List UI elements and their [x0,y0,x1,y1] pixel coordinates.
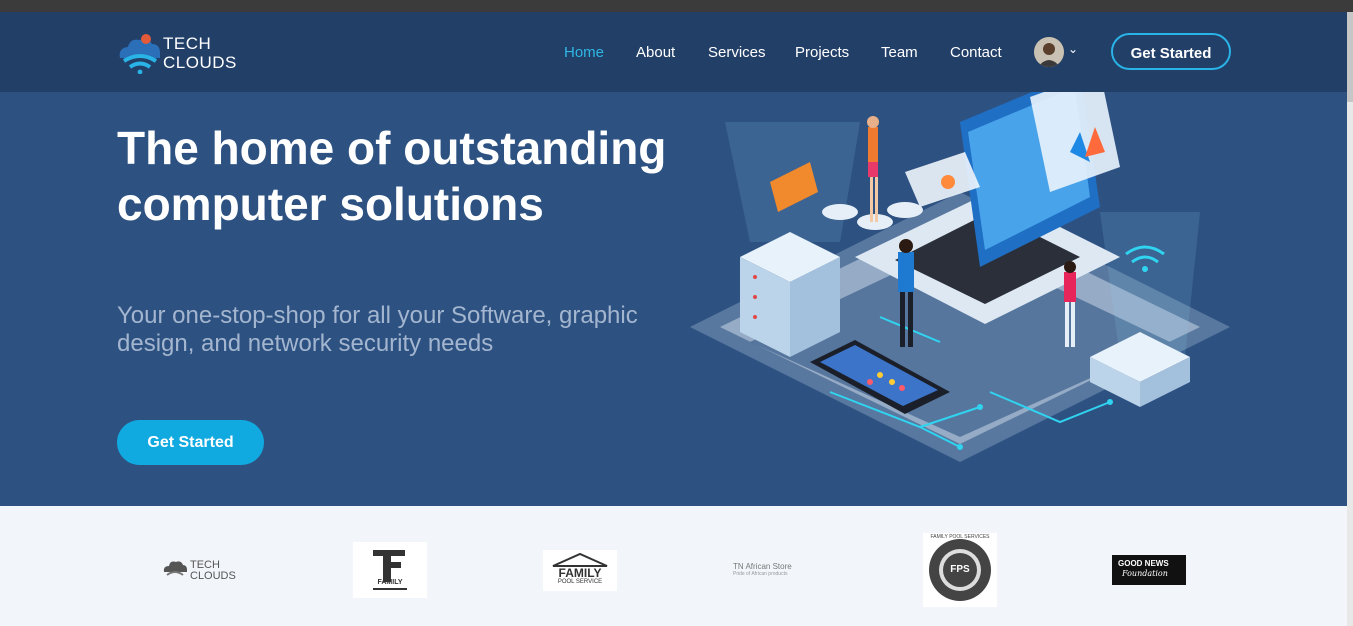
hero-subtitle: Your one-stop-shop for all your Software… [117,302,638,357]
client-logo-african-store: TN African Store Pride of African produc… [733,562,813,577]
hero-get-started-button[interactable]: Get Started [117,420,264,465]
nav-about[interactable]: About [636,44,675,61]
client-fps-mono: FPS [950,564,970,575]
client-african-store-label: TN African Store [733,562,792,571]
brand-line-2: CLOUDS [163,53,237,72]
hero-title: The home of outstanding computer solutio… [117,122,667,230]
client-logo-fps: FPS FAMILY POOL SERVICES [923,533,997,607]
page-scrollbar[interactable] [1347,12,1353,626]
brand-line-1: TECH [163,34,212,53]
brand-logo[interactable]: TECH CLOUDS [116,32,256,75]
client-family-label: FAMILY [377,579,403,586]
nav-team[interactable]: Team [881,44,918,61]
computer-solutions-illustration [690,92,1230,462]
cloud-wifi-icon [119,34,160,75]
client-logo-techclouds: TECH CLOUDS [162,558,236,585]
client-fps-label: FAMILY POOL SERVICES [930,534,990,540]
client-logo-family-pool: FAMILY POOL SERVICE [543,550,617,591]
site-header: TECH CLOUDS Home About Services Projects… [0,12,1347,92]
client-logo-good-news: GOOD NEWS Foundation [1112,555,1186,585]
nav-services[interactable]: Services [708,44,766,61]
client-family-pool-label: FAMILY [558,566,602,580]
cloud-wifi-icon [163,561,187,576]
person-photo-icon [1034,37,1064,67]
client-african-store-sub: Pride of African products [733,571,788,577]
header-get-started-button[interactable]: Get Started [1111,33,1231,70]
page-scrollbar-thumb[interactable] [1347,12,1353,102]
client-family-pool-sub: POOL SERVICE [557,579,603,585]
client-logo-family: FAMILY [353,542,427,598]
chevron-down-icon[interactable]: ⌄ [1068,42,1078,56]
hero-section: The home of outstanding computer solutio… [0,92,1347,506]
user-avatar[interactable] [1034,37,1064,67]
client-good-news-line1: GOOD NEWS [1118,559,1169,568]
clients-strip: TECH CLOUDS FAMILY FAMILY POOL SERVICE T… [0,506,1347,626]
family-logo-icon [373,550,407,590]
nav-projects[interactable]: Projects [795,44,849,61]
browser-top-bar [0,0,1353,12]
client-good-news-line2: Foundation [1122,569,1168,578]
nav-home[interactable]: Home [564,44,604,61]
client-techclouds-line2: CLOUDS [190,570,236,582]
nav-contact[interactable]: Contact [950,44,1002,61]
